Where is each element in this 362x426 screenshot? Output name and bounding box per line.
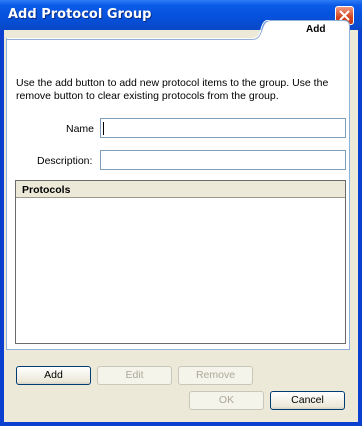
name-field[interactable] [100, 118, 346, 138]
cancel-button[interactable]: Cancel [270, 391, 345, 410]
description-field[interactable] [100, 150, 346, 170]
edit-button[interactable]: Edit [97, 366, 172, 385]
name-label: Name [66, 123, 95, 135]
remove-button[interactable]: Remove [178, 366, 253, 385]
add-button[interactable]: Add [16, 366, 91, 385]
tab-outline [6, 20, 350, 40]
ok-button[interactable]: OK [189, 391, 264, 410]
protocols-column-header[interactable]: Protocols [16, 181, 345, 198]
tab-add[interactable]: Add [306, 24, 325, 35]
instructions-text: Use the add button to add new protocol i… [16, 77, 329, 102]
description-label: Description: [37, 155, 93, 167]
protocols-list[interactable]: Protocols [15, 180, 346, 344]
dialog-window: Add Protocol Group Add Use the add butto… [0, 0, 362, 426]
protocols-header-label: Protocols [22, 184, 71, 196]
text-caret [103, 122, 104, 135]
window-border-bottom [0, 422, 362, 426]
window-border-right [358, 30, 362, 426]
